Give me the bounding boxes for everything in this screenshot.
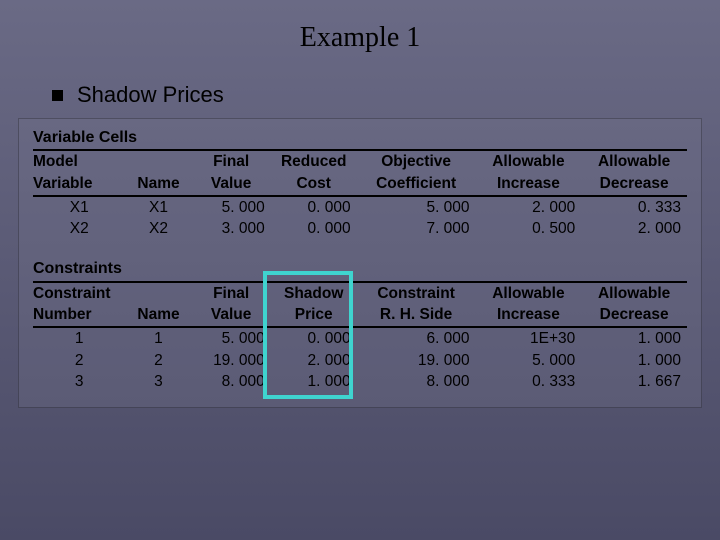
cell: 0. 333 <box>581 196 687 219</box>
col-header: Value <box>192 304 271 327</box>
cell: 1. 667 <box>581 371 687 393</box>
section-constraints: Constraints <box>33 258 687 280</box>
table-row: 1 1 5. 000 0. 000 6. 000 1E+30 1. 000 <box>33 327 687 350</box>
col-header: Allowable <box>476 282 582 305</box>
slide-title: Example 1 <box>0 0 720 54</box>
col-header <box>125 150 191 173</box>
col-header: Allowable <box>581 150 687 173</box>
col-header: Increase <box>476 173 582 196</box>
cell: 3. 000 <box>192 218 271 240</box>
col-header: Increase <box>476 304 582 327</box>
col-header: Model <box>33 150 125 173</box>
col-header: Number <box>33 304 125 327</box>
col-header: R. H. Side <box>357 304 476 327</box>
cell: X2 <box>33 218 125 240</box>
variable-cells-table: Model Final Reduced Objective Allowable … <box>33 149 687 240</box>
cell: 19. 000 <box>192 350 271 372</box>
cell: 0. 000 <box>271 327 357 350</box>
cell: 1. 000 <box>271 371 357 393</box>
cell: 1 <box>33 327 125 350</box>
cell: 3 <box>33 371 125 393</box>
cell: 5. 000 <box>192 327 271 350</box>
col-header: Name <box>125 304 191 327</box>
cell: 2 <box>33 350 125 372</box>
col-header: Name <box>125 173 191 196</box>
table-row: 2 2 19. 000 2. 000 19. 000 5. 000 1. 000 <box>33 350 687 372</box>
table-row: 3 3 8. 000 1. 000 8. 000 0. 333 1. 667 <box>33 371 687 393</box>
col-header: Final <box>192 150 271 173</box>
col-header: Allowable <box>476 150 582 173</box>
cell: 0. 000 <box>271 196 357 219</box>
cell: 1 <box>125 327 191 350</box>
section-variable-cells: Variable Cells <box>33 127 687 149</box>
cell: 1. 000 <box>581 327 687 350</box>
cell: X1 <box>33 196 125 219</box>
cell: 2 <box>125 350 191 372</box>
cell: 2. 000 <box>271 350 357 372</box>
cell: 5. 000 <box>192 196 271 219</box>
col-header: Cost <box>271 173 357 196</box>
bullet-icon <box>52 90 63 101</box>
cell: 2. 000 <box>476 196 582 219</box>
cell: X2 <box>125 218 191 240</box>
col-header: Decrease <box>581 304 687 327</box>
col-header: Coefficient <box>357 173 476 196</box>
col-header: Constraint <box>33 282 125 305</box>
col-header: Objective <box>357 150 476 173</box>
cell: 0. 500 <box>476 218 582 240</box>
cell: 8. 000 <box>192 371 271 393</box>
col-header: Constraint <box>357 282 476 305</box>
cell: X1 <box>125 196 191 219</box>
report-panel: Variable Cells Model Final Reduced Objec… <box>18 118 702 408</box>
col-header: Price <box>271 304 357 327</box>
cell: 6. 000 <box>357 327 476 350</box>
col-header: Value <box>192 173 271 196</box>
col-header: Final <box>192 282 271 305</box>
cell: 0. 333 <box>476 371 582 393</box>
cell: 5. 000 <box>476 350 582 372</box>
subtitle-row: Shadow Prices <box>52 82 720 108</box>
cell: 0. 000 <box>271 218 357 240</box>
cell: 7. 000 <box>357 218 476 240</box>
cell: 19. 000 <box>357 350 476 372</box>
table-row: X1 X1 5. 000 0. 000 5. 000 2. 000 0. 333 <box>33 196 687 219</box>
cell: 5. 000 <box>357 196 476 219</box>
cell: 1. 000 <box>581 350 687 372</box>
col-header: Variable <box>33 173 125 196</box>
col-header: Decrease <box>581 173 687 196</box>
cell: 8. 000 <box>357 371 476 393</box>
constraints-table: Constraint Final Shadow Constraint Allow… <box>33 281 687 393</box>
subtitle: Shadow Prices <box>77 82 224 108</box>
col-header <box>125 282 191 305</box>
cell: 3 <box>125 371 191 393</box>
col-header: Shadow <box>271 282 357 305</box>
col-header: Allowable <box>581 282 687 305</box>
col-header: Reduced <box>271 150 357 173</box>
table-row: X2 X2 3. 000 0. 000 7. 000 0. 500 2. 000 <box>33 218 687 240</box>
cell: 1E+30 <box>476 327 582 350</box>
cell: 2. 000 <box>581 218 687 240</box>
